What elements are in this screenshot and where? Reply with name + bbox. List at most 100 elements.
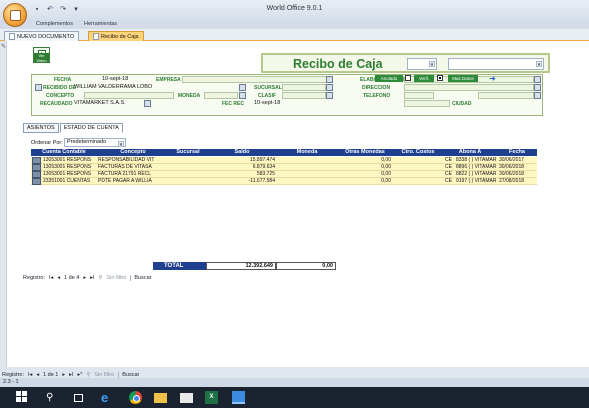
cell-concepto[interactable]: FACTURAS DE VITASA xyxy=(98,164,169,171)
tab-nuevo-documento[interactable]: NUEVO DOCUMENTO xyxy=(4,31,80,41)
cell-ctro[interactable]: CE xyxy=(445,164,455,171)
clasif-field[interactable] xyxy=(282,92,326,99)
ribbon-tab-herramientas[interactable]: Herramientas xyxy=(84,21,117,27)
recaudado-dropdown-icon[interactable] xyxy=(144,100,151,107)
prev-record-icon[interactable]: ◂ xyxy=(36,372,39,378)
recibido-lookup-icon[interactable] xyxy=(35,84,42,91)
cell-otras-monedas[interactable]: 0,00 xyxy=(337,164,391,171)
cell-abona[interactable]: 8896 ( ) VITAMAR xyxy=(456,164,497,171)
cell-otras-monedas[interactable]: 0,00 xyxy=(337,157,391,164)
cell-saldo[interactable]: -11.677.584 xyxy=(207,178,275,185)
next-record-icon[interactable]: ▸ xyxy=(83,275,86,281)
cell-moneda[interactable] xyxy=(277,178,337,185)
cell-cuenta[interactable]: 13053001 RESPONS xyxy=(43,171,97,178)
cell-concepto[interactable]: RESPONSABILIDAD VIT xyxy=(98,157,169,164)
column-header[interactable]: Ctro. Costos xyxy=(393,149,443,156)
task-view-icon[interactable] xyxy=(74,394,83,402)
tab-recibo-de-caja[interactable]: Recibo de Caja xyxy=(88,31,144,41)
cell-concepto[interactable]: PDTE PAGAR A WILLIA xyxy=(98,178,169,185)
ver-video-button[interactable]: Ver Video xyxy=(33,47,50,63)
table-row[interactable]: 13053001 RESPONS FACTURA 21791 RECL 583.… xyxy=(31,171,537,178)
sin-filtro-button[interactable]: Sin filtro xyxy=(94,372,114,378)
column-header[interactable]: Otras Monedas xyxy=(337,149,393,156)
cell-fecha[interactable]: 30/06/2017 xyxy=(499,157,537,164)
cell-fecha[interactable]: 30/06/2018 xyxy=(499,164,537,171)
table-row[interactable]: 23351001 CUENTAS PDTE PAGAR A WILLIA -11… xyxy=(31,178,537,185)
cell-saldo[interactable]: 583.725 xyxy=(207,171,275,178)
excel-icon[interactable]: X xyxy=(205,391,218,404)
buscar-input[interactable]: Buscar xyxy=(118,371,139,378)
chrome-browser-icon[interactable] xyxy=(129,391,142,404)
mas-datos-button[interactable]: Mas Datos xyxy=(448,75,478,82)
cell-ctro[interactable]: CE xyxy=(445,171,455,178)
new-record-icon[interactable]: ▸* xyxy=(77,372,82,378)
buscar-input[interactable]: Buscar xyxy=(130,274,151,281)
last-record-icon[interactable]: ▸I xyxy=(90,275,94,281)
cell-saldo[interactable]: 6.879.634 xyxy=(207,164,275,171)
search-icon[interactable]: ⚲ xyxy=(46,391,59,404)
cell-fecha[interactable]: 30/06/2018 xyxy=(499,171,537,178)
pin-icon[interactable]: ✎ xyxy=(1,43,6,50)
last-record-icon[interactable]: ▸I xyxy=(69,372,73,378)
first-record-icon[interactable]: I◂ xyxy=(49,275,53,281)
ribbon-tab-complementos[interactable]: Complementos xyxy=(36,21,73,27)
column-header[interactable]: Concepto xyxy=(97,149,169,156)
column-header[interactable]: Abona A xyxy=(443,149,497,156)
clasif-dropdown-icon[interactable] xyxy=(326,92,333,99)
arrow-right-icon[interactable]: ➜ xyxy=(489,75,499,83)
empresa-field[interactable] xyxy=(182,76,332,83)
windows-start-icon[interactable] xyxy=(16,391,29,404)
cell-abona[interactable]: 8822 ( ) VITAMAR xyxy=(456,171,497,178)
table-row[interactable]: 13053001 RESPONS FACTURAS DE VITASA 6.87… xyxy=(31,164,537,171)
edge-browser-icon[interactable]: e xyxy=(101,391,114,404)
cell-cuenta[interactable]: 23351001 CUENTAS xyxy=(43,178,97,185)
cell-saldo[interactable]: 15.897.474 xyxy=(207,157,275,164)
office-button[interactable] xyxy=(3,3,27,27)
ciudad-dropdown-icon[interactable] xyxy=(534,92,541,99)
cell-otras-monedas[interactable]: 0,00 xyxy=(337,171,391,178)
anulado-checkbox[interactable] xyxy=(405,75,411,81)
cell-moneda[interactable] xyxy=(277,164,337,171)
cell-otras-monedas[interactable]: 0,00 xyxy=(337,178,391,185)
ciudad-code-field[interactable] xyxy=(404,100,450,107)
elaborado-dropdown-icon[interactable] xyxy=(534,76,541,83)
telefono-field[interactable] xyxy=(404,92,434,99)
cell-fecha[interactable]: 27/08/2018 xyxy=(499,178,537,185)
document-number-select[interactable]: ▾ xyxy=(448,58,544,70)
next-record-icon[interactable]: ▸ xyxy=(62,372,65,378)
record-position[interactable]: 1 de 1 xyxy=(43,372,58,378)
table-row[interactable]: 13053001 RESPONS RESPONSABILIDAD VIT 15.… xyxy=(31,157,537,164)
cell-sucursal[interactable] xyxy=(169,164,207,171)
fec-rec-value[interactable]: 10-sept-18 xyxy=(254,100,280,106)
first-record-icon[interactable]: I◂ xyxy=(28,372,32,378)
cell-moneda[interactable] xyxy=(277,171,337,178)
direccion-field[interactable] xyxy=(404,84,534,91)
cell-sucursal[interactable] xyxy=(169,157,207,164)
ciudad-field[interactable] xyxy=(478,92,534,99)
filter-icon[interactable]: ⚲ xyxy=(86,372,90,378)
column-header[interactable]: Sucursal xyxy=(169,149,207,156)
cell-concepto[interactable]: FACTURA 21791 RECL xyxy=(98,171,169,178)
cell-cuenta[interactable]: 13053001 RESPONS xyxy=(43,164,97,171)
row-detail-icon[interactable] xyxy=(32,164,41,171)
record-position[interactable]: 1 de 4 xyxy=(64,275,79,281)
cell-ctro[interactable]: CE xyxy=(445,157,455,164)
cell-abona[interactable]: 8338 ( ) VITAMAR xyxy=(456,157,497,164)
sucursal-field[interactable] xyxy=(282,84,326,91)
sin-filtro-button[interactable]: Sin filtro xyxy=(106,275,126,281)
world-office-app-icon[interactable] xyxy=(232,391,245,404)
filter-icon[interactable]: ⚲ xyxy=(98,275,102,281)
column-header[interactable]: Moneda xyxy=(277,149,337,156)
cell-sucursal[interactable] xyxy=(169,171,207,178)
column-header[interactable]: Saldo xyxy=(207,149,277,156)
tab-asientos[interactable]: ASIENTOS xyxy=(23,123,59,133)
store-icon[interactable] xyxy=(180,393,193,403)
direccion-dropdown-icon[interactable] xyxy=(534,84,541,91)
moneda-field[interactable] xyxy=(204,92,238,99)
cell-sucursal[interactable] xyxy=(169,178,207,185)
fecha-value[interactable]: 10-sept-18 xyxy=(102,76,128,82)
cell-ctro[interactable]: CE xyxy=(445,178,455,185)
concepto-field[interactable] xyxy=(84,92,174,99)
sucursal-dropdown-icon[interactable] xyxy=(326,84,333,91)
verif-checkbox[interactable] xyxy=(437,75,443,81)
